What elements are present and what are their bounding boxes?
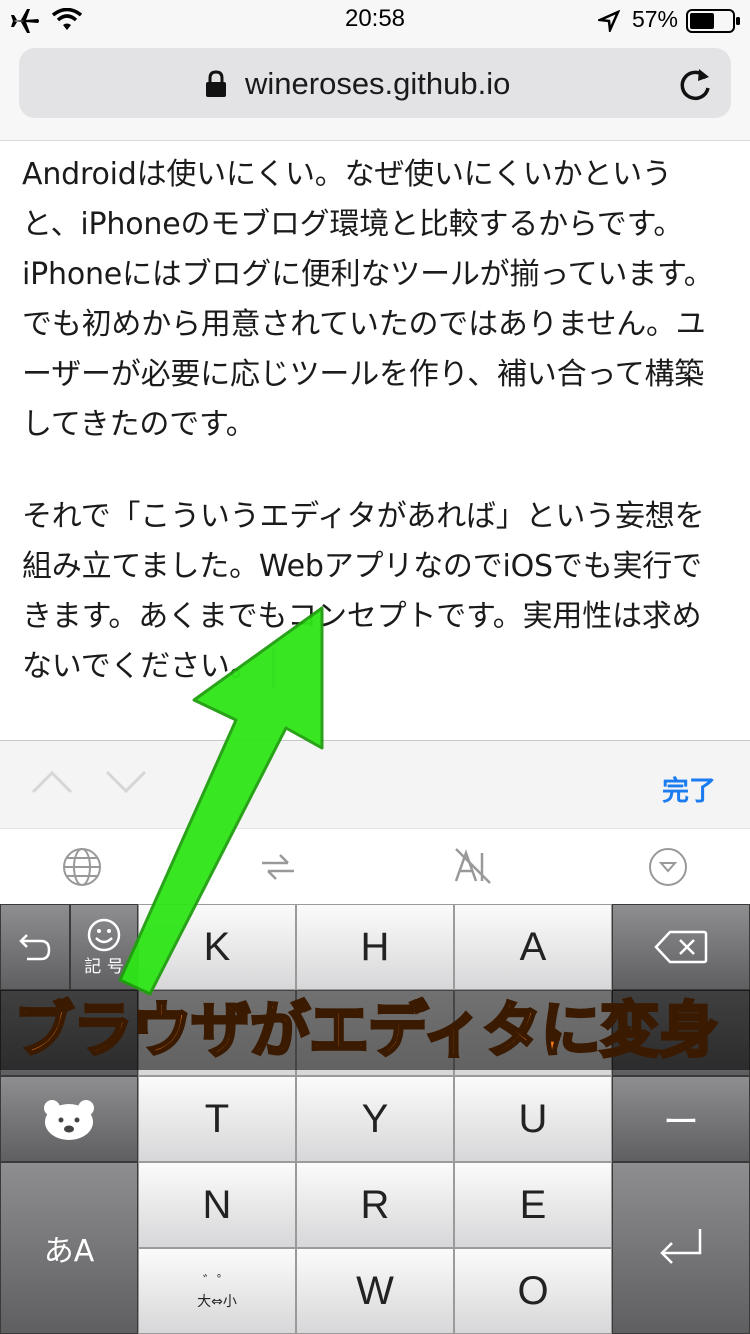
input-mode-key[interactable]: あA — [0, 1162, 138, 1334]
backspace-icon — [654, 930, 708, 964]
location-arrow-icon — [598, 10, 620, 32]
swap-arrows-icon[interactable] — [258, 849, 298, 885]
status-bar: 20:58 57% — [0, 0, 750, 40]
form-accessory-bar: 完了 — [0, 740, 750, 829]
emoji-symbols-key[interactable]: 記 号 — [70, 904, 138, 990]
battery-percent: 57% — [631, 6, 678, 32]
url-text: wineroses.github.io — [245, 66, 511, 101]
battery-icon — [686, 9, 740, 33]
symbols-label: 記 号 — [84, 956, 124, 977]
japanese-keyboard: 記 号 あA K H A T Y U N R E ゛゜ 大⇔小 W O ー — [0, 904, 750, 1334]
browser-toolbar: wineroses.github.io — [0, 40, 750, 141]
key-u[interactable]: U — [454, 1076, 612, 1162]
key-h[interactable]: H — [296, 904, 454, 990]
long-vowel-key[interactable]: ー — [612, 1076, 750, 1162]
return-key[interactable] — [612, 1162, 750, 1334]
undo-key[interactable] — [0, 904, 70, 990]
key-k[interactable]: K — [138, 904, 296, 990]
editor-paragraph: Androidは使いにくい。なぜ使いにくいかというと、iPhoneのモブログ環境… — [22, 157, 714, 442]
key-r[interactable]: R — [296, 1162, 454, 1248]
text-editor[interactable]: Androidは使いにくい。なぜ使いにくいかというと、iPhoneのモブログ環境… — [22, 150, 730, 734]
key-y[interactable]: Y — [296, 1076, 454, 1162]
bear-face-icon — [44, 1100, 94, 1140]
key-a[interactable]: A — [454, 904, 612, 990]
editor-paragraph-last: それで「こういうエディタがあれば」という妄想を組み立てました。Webアプリなので… — [22, 492, 730, 692]
smiley-icon — [87, 918, 121, 951]
keyboard-toolbar — [0, 828, 750, 905]
reload-icon[interactable] — [679, 66, 713, 102]
lock-icon — [206, 70, 226, 97]
size-toggle-label: 大⇔小 — [197, 1294, 237, 1310]
dakuten-key[interactable]: ゛゜ 大⇔小 — [138, 1248, 296, 1334]
key-w[interactable]: W — [296, 1248, 454, 1334]
return-icon — [660, 1229, 702, 1264]
caption-text: ブラウザがエディタに変身 — [13, 995, 721, 1068]
kaomoji-key[interactable] — [0, 1076, 138, 1162]
key-e[interactable]: E — [454, 1162, 612, 1248]
next-field-icon[interactable] — [104, 769, 148, 795]
ai-off-icon[interactable] — [452, 845, 494, 887]
key-n[interactable]: N — [138, 1162, 296, 1248]
done-button[interactable]: 完了 — [662, 769, 716, 808]
dakuten-label: ゛゜ — [203, 1274, 231, 1290]
key-t[interactable]: T — [138, 1076, 296, 1162]
address-bar[interactable]: wineroses.github.io — [19, 48, 731, 118]
text-cursor — [271, 647, 275, 688]
editor-paragraph-text: それで「こういうエディタがあれば」という妄想を組み立てました。Webアプリなので… — [22, 499, 705, 684]
key-o[interactable]: O — [454, 1248, 612, 1334]
backspace-key[interactable] — [612, 904, 750, 990]
dismiss-keyboard-icon[interactable] — [648, 847, 688, 887]
globe-icon[interactable] — [62, 847, 102, 887]
previous-field-icon[interactable] — [30, 769, 74, 795]
undo-icon — [19, 934, 51, 961]
